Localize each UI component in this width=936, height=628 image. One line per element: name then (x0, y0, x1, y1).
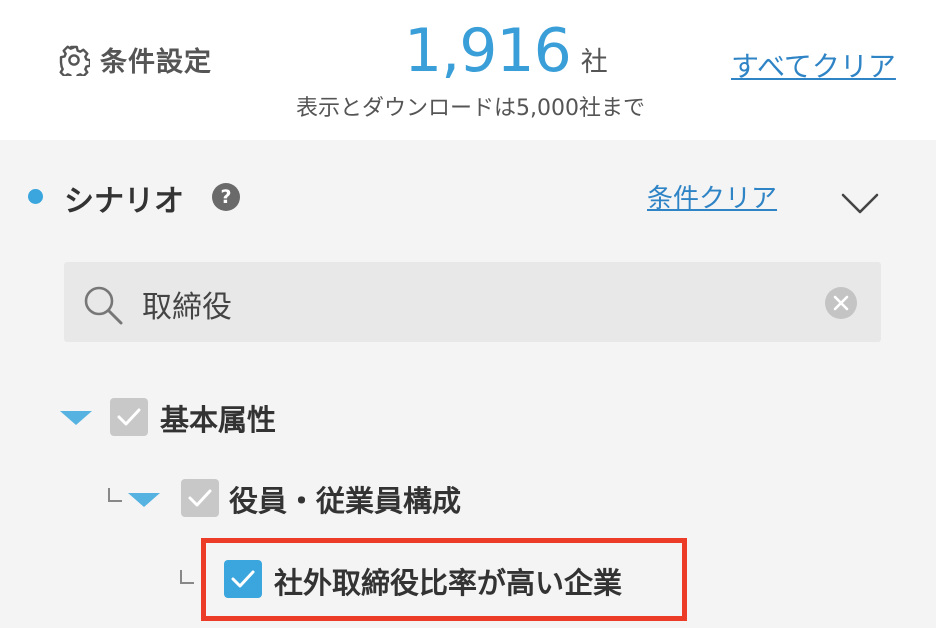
highlight-box (201, 538, 687, 621)
checkbox-officer-composition[interactable] (181, 479, 219, 517)
help-icon[interactable]: ? (212, 183, 240, 211)
settings-label: 条件設定 (100, 47, 212, 78)
checkbox-basic-attributes[interactable] (110, 398, 148, 436)
tree-branch-line (180, 570, 194, 584)
clear-search-icon[interactable] (824, 286, 858, 320)
expand-caret-icon[interactable] (60, 411, 92, 425)
tree-item-basic-attributes[interactable]: 基本属性 (160, 397, 276, 439)
result-count-value: 1,916 (404, 16, 572, 86)
condition-clear-link[interactable]: 条件クリア (647, 178, 777, 215)
download-limit-note: 表示とダウンロードは5,000社まで (296, 96, 645, 121)
search-icon (82, 284, 124, 326)
search-input[interactable]: 取締役 (64, 262, 881, 342)
result-count-unit: 社 (580, 47, 608, 78)
section-title: シナリオ (64, 184, 184, 219)
tree-item-officer-composition[interactable]: 役員・従業員構成 (229, 478, 461, 520)
results-header: 条件設定 1,916 社 表示とダウンロードは5,000社まで すべてクリア (0, 0, 936, 140)
clear-all-link[interactable]: すべてクリア (731, 45, 896, 85)
expand-caret-icon[interactable] (128, 493, 160, 507)
chevron-down-icon[interactable] (840, 191, 880, 217)
tree-branch-line (108, 488, 122, 502)
condition-settings: 条件設定 (58, 40, 212, 79)
gear-icon (58, 44, 90, 76)
section-indicator-dot (28, 189, 43, 204)
result-count: 1,916 社 (404, 16, 608, 86)
search-query: 取締役 (142, 290, 232, 325)
